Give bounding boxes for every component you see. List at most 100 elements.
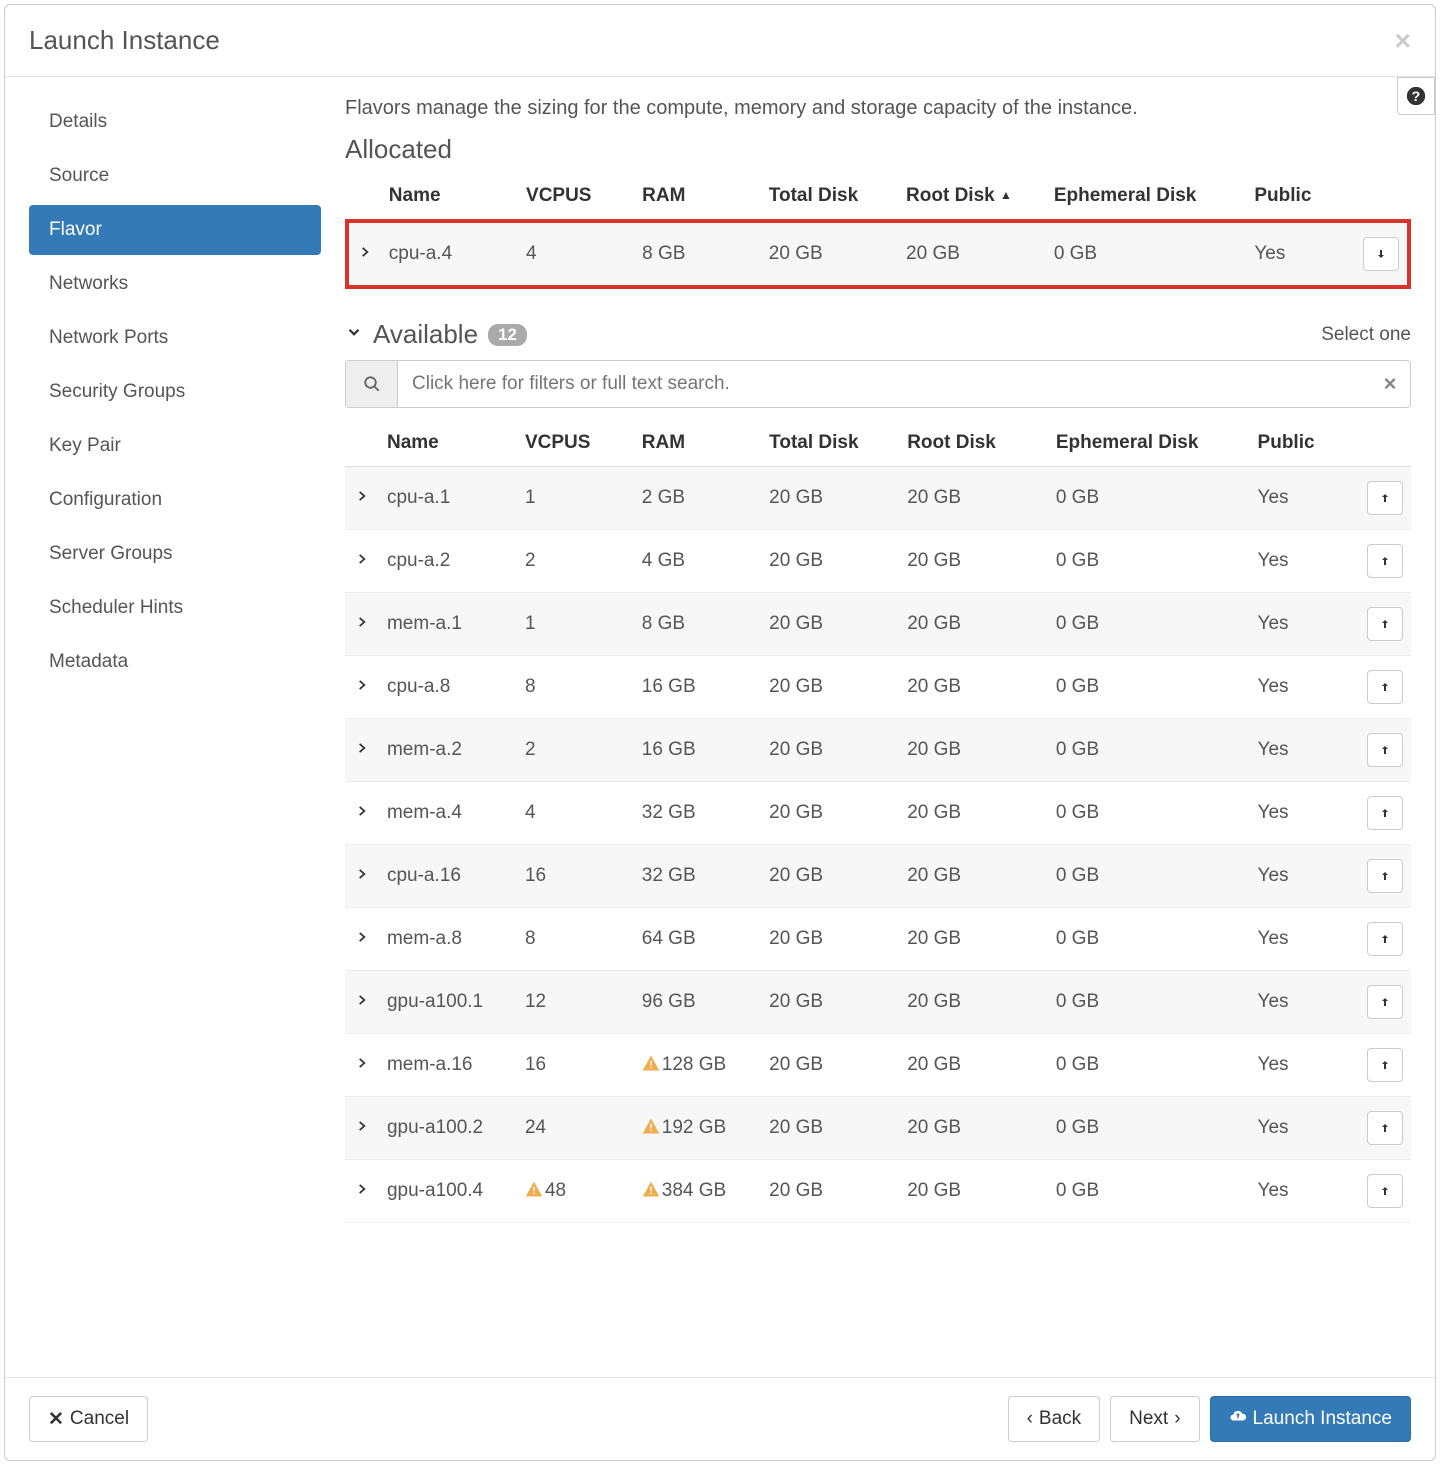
col-total-disk[interactable]: Total Disk bbox=[761, 173, 898, 221]
allocate-button[interactable] bbox=[1367, 922, 1403, 956]
allocate-button[interactable] bbox=[1367, 670, 1403, 704]
allocate-button[interactable] bbox=[1367, 544, 1403, 578]
expand-row-icon[interactable] bbox=[345, 1097, 379, 1160]
col-ram[interactable]: RAM bbox=[634, 420, 761, 467]
question-icon: ? bbox=[1406, 86, 1426, 106]
col-ephemeral-disk[interactable]: Ephemeral Disk bbox=[1048, 420, 1250, 467]
expand-row-icon[interactable] bbox=[345, 908, 379, 971]
col-vcpus[interactable]: VCPUS bbox=[518, 173, 634, 221]
allocate-button[interactable] bbox=[1367, 733, 1403, 767]
cell-public: Yes bbox=[1250, 467, 1356, 530]
flavor-row: mem-a.118 GB20 GB20 GB0 GBYes bbox=[345, 593, 1411, 656]
wizard-sidebar: DetailsSourceFlavorNetworksNetwork Ports… bbox=[5, 77, 345, 1377]
sidebar-item-scheduler-hints[interactable]: Scheduler Hints bbox=[29, 583, 321, 633]
sidebar-item-metadata[interactable]: Metadata bbox=[29, 637, 321, 687]
allocate-button[interactable] bbox=[1367, 1048, 1403, 1082]
expand-row-icon[interactable] bbox=[345, 1160, 379, 1223]
cell-vcpus: 1 bbox=[517, 593, 634, 656]
deallocate-button[interactable] bbox=[1363, 237, 1399, 271]
allocate-button[interactable] bbox=[1367, 859, 1403, 893]
cell-name: gpu-a100.4 bbox=[379, 1160, 517, 1223]
cell-vcpus: 16 bbox=[517, 1034, 634, 1097]
allocate-button[interactable] bbox=[1367, 985, 1403, 1019]
sidebar-item-key-pair[interactable]: Key Pair bbox=[29, 421, 321, 471]
col-root-disk[interactable]: Root Disk ▲ bbox=[898, 173, 1046, 221]
flavor-row: gpu-a100.224192 GB20 GB20 GB0 GBYes bbox=[345, 1097, 1411, 1160]
flavor-row: cpu-a.8816 GB20 GB20 GB0 GBYes bbox=[345, 656, 1411, 719]
col-ram[interactable]: RAM bbox=[634, 173, 761, 221]
expand-row-icon[interactable] bbox=[345, 719, 379, 782]
flavor-step-content: Flavors manage the sizing for the comput… bbox=[345, 77, 1435, 1377]
allocated-table: Name VCPUS RAM Total Disk Root Disk ▲ Ep… bbox=[345, 173, 1411, 289]
expand-row-icon[interactable] bbox=[345, 1034, 379, 1097]
sidebar-item-flavor[interactable]: Flavor bbox=[29, 205, 321, 255]
modal-header: Launch Instance × bbox=[5, 5, 1435, 77]
cell-total-disk: 20 GB bbox=[761, 1160, 899, 1223]
search-row: × bbox=[345, 360, 1411, 408]
col-public[interactable]: Public bbox=[1246, 173, 1352, 221]
col-public[interactable]: Public bbox=[1250, 420, 1356, 467]
col-total-disk[interactable]: Total Disk bbox=[761, 420, 899, 467]
cell-vcpus: 24 bbox=[517, 1097, 634, 1160]
search-input[interactable] bbox=[398, 361, 1370, 407]
allocated-heading: Allocated bbox=[345, 134, 1411, 165]
col-root-disk[interactable]: Root Disk bbox=[899, 420, 1048, 467]
close-icon[interactable]: × bbox=[1395, 27, 1411, 55]
sidebar-item-source[interactable]: Source bbox=[29, 151, 321, 201]
sidebar-item-server-groups[interactable]: Server Groups bbox=[29, 529, 321, 579]
col-name[interactable]: Name bbox=[381, 173, 518, 221]
available-toggle[interactable]: Available 12 bbox=[345, 319, 527, 350]
expand-row-icon[interactable] bbox=[345, 656, 379, 719]
cell-public: Yes bbox=[1250, 971, 1356, 1034]
sidebar-item-configuration[interactable]: Configuration bbox=[29, 475, 321, 525]
col-vcpus[interactable]: VCPUS bbox=[517, 420, 634, 467]
allocate-button[interactable] bbox=[1367, 481, 1403, 515]
allocate-button[interactable] bbox=[1367, 1174, 1403, 1208]
col-name[interactable]: Name bbox=[379, 420, 517, 467]
cell-ephemeral-disk: 0 GB bbox=[1048, 719, 1250, 782]
allocate-button[interactable] bbox=[1367, 607, 1403, 641]
sidebar-item-security-groups[interactable]: Security Groups bbox=[29, 367, 321, 417]
select-one-hint: Select one bbox=[1321, 324, 1411, 346]
cell-name: cpu-a.1 bbox=[379, 467, 517, 530]
cell-vcpus: 8 bbox=[517, 656, 634, 719]
cell-total-disk: 20 GB bbox=[761, 971, 899, 1034]
cell-vcpus: 4 bbox=[517, 782, 634, 845]
allocate-button[interactable] bbox=[1367, 1111, 1403, 1145]
available-count-badge: 12 bbox=[488, 324, 527, 346]
flavor-row: cpu-a.112 GB20 GB20 GB0 GBYes bbox=[345, 467, 1411, 530]
chevron-left-icon: ‹ bbox=[1027, 1408, 1033, 1430]
cell-root-disk: 20 GB bbox=[899, 782, 1048, 845]
expand-row-icon[interactable] bbox=[345, 467, 379, 530]
expand-row-icon[interactable] bbox=[345, 593, 379, 656]
expand-row-icon[interactable] bbox=[345, 530, 379, 593]
cell-name: gpu-a100.1 bbox=[379, 971, 517, 1034]
clear-search-icon[interactable]: × bbox=[1370, 361, 1410, 407]
next-button[interactable]: Next › bbox=[1110, 1396, 1199, 1442]
sidebar-item-networks[interactable]: Networks bbox=[29, 259, 321, 309]
sidebar-item-details[interactable]: Details bbox=[29, 97, 321, 147]
flavor-row: cpu-a.224 GB20 GB20 GB0 GBYes bbox=[345, 530, 1411, 593]
expand-row-icon[interactable] bbox=[347, 221, 381, 287]
back-button[interactable]: ‹ Back bbox=[1008, 1396, 1101, 1442]
launch-instance-button[interactable]: Launch Instance bbox=[1210, 1396, 1411, 1442]
cell-public: Yes bbox=[1250, 719, 1356, 782]
cell-name: mem-a.8 bbox=[379, 908, 517, 971]
expand-row-icon[interactable] bbox=[345, 845, 379, 908]
cell-total-disk: 20 GB bbox=[761, 845, 899, 908]
expand-row-icon[interactable] bbox=[345, 971, 379, 1034]
cell-root-disk: 20 GB bbox=[898, 221, 1046, 287]
cell-ephemeral-disk: 0 GB bbox=[1048, 845, 1250, 908]
launch-instance-modal: Launch Instance × ? DetailsSourceFlavorN… bbox=[4, 4, 1436, 1461]
sidebar-item-network-ports[interactable]: Network Ports bbox=[29, 313, 321, 363]
cell-name: cpu-a.2 bbox=[379, 530, 517, 593]
col-ephemeral-disk[interactable]: Ephemeral Disk bbox=[1046, 173, 1247, 221]
cancel-button[interactable]: ✕ Cancel bbox=[29, 1396, 148, 1442]
cell-ram: 128 GB bbox=[634, 1034, 761, 1097]
cell-public: Yes bbox=[1250, 593, 1356, 656]
help-button[interactable]: ? bbox=[1397, 77, 1435, 115]
expand-row-icon[interactable] bbox=[345, 782, 379, 845]
cell-vcpus: 1 bbox=[517, 467, 634, 530]
allocate-button[interactable] bbox=[1367, 796, 1403, 830]
cell-ram: 32 GB bbox=[634, 782, 761, 845]
